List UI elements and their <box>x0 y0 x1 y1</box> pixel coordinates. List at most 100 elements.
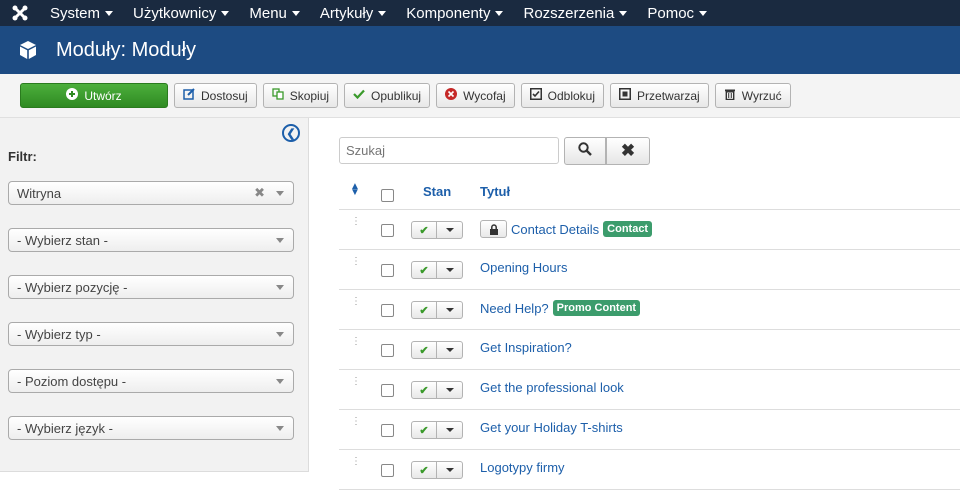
customize-button[interactable]: Dostosuj <box>174 83 257 108</box>
menu-users[interactable]: Użytkownicy <box>123 0 239 26</box>
row-checkbox[interactable] <box>381 304 394 317</box>
search-icon <box>578 141 592 161</box>
module-title-link[interactable]: Contact Details <box>511 222 599 237</box>
language-filter-select[interactable]: - Wybierz język - <box>8 416 294 440</box>
chevron-down-icon <box>445 388 454 392</box>
copy-icon <box>272 88 284 103</box>
search-button[interactable] <box>564 137 606 165</box>
state-dropdown-button[interactable] <box>437 341 463 359</box>
drag-handle-icon[interactable]: ⋮ <box>351 337 361 347</box>
table-row: ⋮ ✔ Need Help? Promo Content <box>339 290 960 330</box>
page-title: Moduły: Moduły <box>56 38 197 61</box>
column-state-header[interactable]: Stan <box>423 184 451 199</box>
published-check-icon[interactable]: ✔ <box>411 301 437 319</box>
position-badge: Promo Content <box>552 300 641 316</box>
row-checkbox[interactable] <box>381 344 394 357</box>
collapse-sidebar-icon[interactable]: ❮ <box>282 124 300 142</box>
filter-label: Filtr: <box>8 149 37 164</box>
chevron-down-icon <box>276 238 284 243</box>
state-toggle: ✔ <box>411 381 463 399</box>
row-checkbox[interactable] <box>381 464 394 477</box>
table-row: ⋮ ✔ Get the professional look <box>339 370 960 410</box>
batch-button[interactable]: Przetwarzaj <box>610 83 709 108</box>
row-checkbox[interactable] <box>381 384 394 397</box>
drag-handle-icon[interactable]: ⋮ <box>351 417 361 427</box>
state-dropdown-button[interactable] <box>437 461 463 479</box>
state-dropdown-button[interactable] <box>437 261 463 279</box>
clear-icon[interactable]: ✖ <box>254 185 265 201</box>
clear-search-button[interactable]: ✖ <box>606 137 650 165</box>
published-check-icon[interactable]: ✔ <box>411 421 437 439</box>
published-check-icon[interactable]: ✔ <box>411 381 437 399</box>
plus-circle-icon <box>66 88 79 103</box>
module-title-link[interactable]: Need Help? <box>480 301 549 316</box>
close-icon: ✖ <box>620 141 636 160</box>
state-filter-select[interactable]: - Wybierz stan - <box>8 228 294 252</box>
table-row: ⋮ ✔ Get your Holiday T-shirts <box>339 410 960 450</box>
chevron-down-icon <box>445 468 454 472</box>
column-title-header[interactable]: Tytuł <box>480 184 510 199</box>
modules-table: ▲ ▼ Stan Tytuł ⋮ ✔ Contact Details Contac… <box>339 173 960 490</box>
chevron-down-icon <box>699 10 708 16</box>
trash-button[interactable]: Wyrzuć <box>714 83 791 108</box>
state-dropdown-button[interactable] <box>437 221 463 239</box>
chevron-down-icon <box>276 191 284 196</box>
publish-button[interactable]: Opublikuj <box>344 83 431 108</box>
state-toggle: ✔ <box>411 421 463 439</box>
lock-icon[interactable] <box>480 220 507 238</box>
drag-handle-icon[interactable]: ⋮ <box>351 257 361 267</box>
state-dropdown-button[interactable] <box>437 421 463 439</box>
check-icon <box>353 88 365 103</box>
menu-help[interactable]: Pomoc <box>637 0 717 26</box>
close-circle-icon <box>445 88 458 103</box>
search-input[interactable] <box>339 137 559 164</box>
published-check-icon[interactable]: ✔ <box>411 461 437 479</box>
state-dropdown-button[interactable] <box>437 381 463 399</box>
drag-handle-icon[interactable]: ⋮ <box>351 297 361 307</box>
table-row: ⋮ ✔ Contact Details Contact <box>339 210 960 250</box>
access-filter-select[interactable]: - Poziom dostępu - <box>8 369 294 393</box>
published-check-icon[interactable]: ✔ <box>411 261 437 279</box>
copy-button[interactable]: Skopiuj <box>262 83 339 108</box>
menu-components[interactable]: Komponenty <box>396 0 513 26</box>
chevron-down-icon <box>276 426 284 431</box>
chevron-down-icon <box>105 10 114 16</box>
state-dropdown-button[interactable] <box>437 301 463 319</box>
drag-handle-icon[interactable]: ⋮ <box>351 217 361 227</box>
sort-icon[interactable]: ▲ ▼ <box>350 182 360 198</box>
published-check-icon[interactable]: ✔ <box>411 221 437 239</box>
type-filter-select[interactable]: - Wybierz typ - <box>8 322 294 346</box>
client-filter-select[interactable]: Witryna ✖ <box>8 181 294 205</box>
state-toggle: ✔ <box>411 461 463 479</box>
page-header: Moduły: Moduły <box>0 26 960 74</box>
published-check-icon[interactable]: ✔ <box>411 341 437 359</box>
menu-extensions[interactable]: Rozszerzenia <box>513 0 637 26</box>
position-filter-select[interactable]: - Wybierz pozycję - <box>8 275 294 299</box>
state-toggle: ✔ <box>411 341 463 359</box>
chevron-down-icon <box>445 268 454 272</box>
module-title-link[interactable]: Get Inspiration? <box>480 340 572 355</box>
row-checkbox[interactable] <box>381 424 394 437</box>
select-all-checkbox[interactable] <box>381 189 394 202</box>
row-checkbox[interactable] <box>381 264 394 277</box>
top-navbar: System Użytkownicy Menu Artykuły Kompone… <box>0 0 960 26</box>
menu-menus[interactable]: Menu <box>239 0 310 26</box>
module-title-link[interactable]: Logotypy firmy <box>480 460 565 475</box>
checkbox-icon <box>529 88 542 103</box>
create-button[interactable]: Utwórz <box>20 83 168 108</box>
trash-icon <box>724 88 736 103</box>
drag-handle-icon[interactable]: ⋮ <box>351 457 361 467</box>
unpublish-button[interactable]: Wycofaj <box>436 83 515 108</box>
unlock-button[interactable]: Odblokuj <box>520 83 605 108</box>
chevron-down-icon <box>445 348 454 352</box>
module-title-link[interactable]: Get your Holiday T-shirts <box>480 420 623 435</box>
menu-system[interactable]: System <box>40 0 123 26</box>
drag-handle-icon[interactable]: ⋮ <box>351 377 361 387</box>
module-title-link[interactable]: Opening Hours <box>480 260 567 275</box>
row-checkbox[interactable] <box>381 224 394 237</box>
menu-content[interactable]: Artykuły <box>310 0 396 26</box>
joomla-logo-icon[interactable] <box>0 0 40 26</box>
module-title-link[interactable]: Get the professional look <box>480 380 624 395</box>
state-toggle: ✔ <box>411 221 463 239</box>
table-header: ▲ ▼ Stan Tytuł <box>339 173 960 210</box>
